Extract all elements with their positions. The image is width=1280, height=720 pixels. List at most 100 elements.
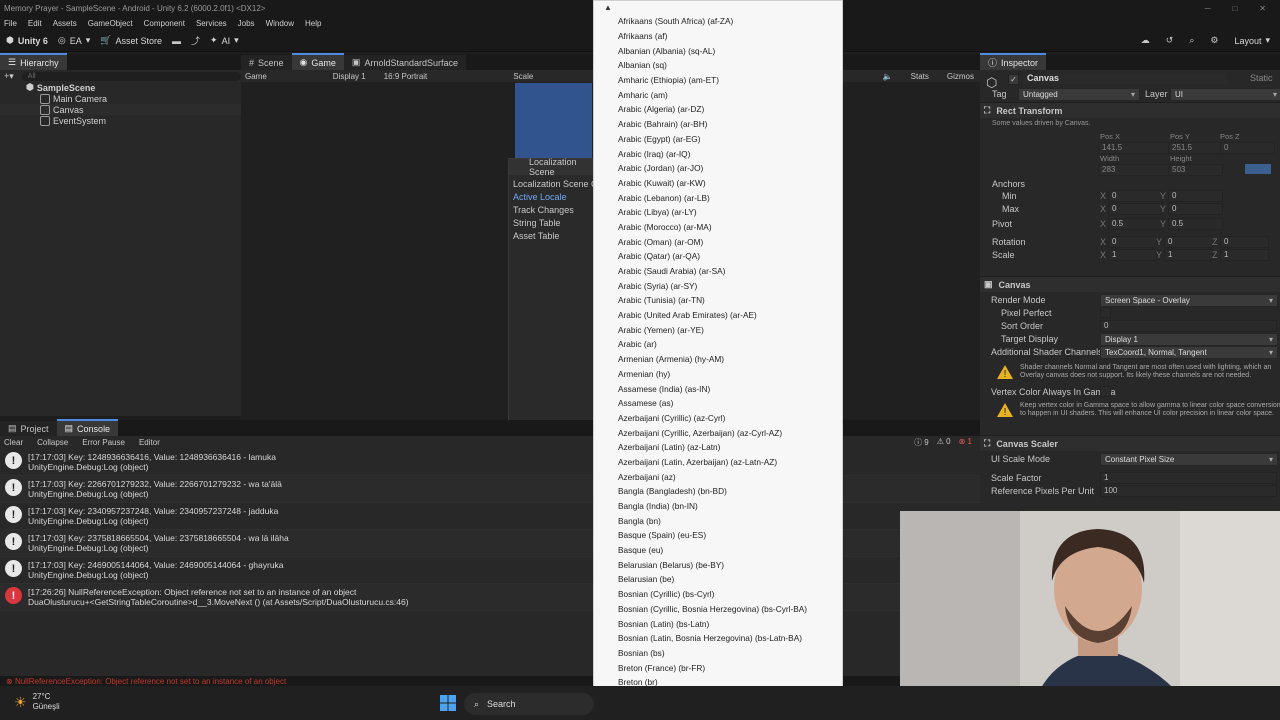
hierarchy-search-input[interactable]: All (21, 71, 241, 81)
ref-ppu-field[interactable]: 100 (1100, 485, 1277, 497)
gizmos-button[interactable]: Gizmos (947, 72, 980, 81)
locale-option[interactable]: Arabic (Morocco) (ar-MA) (594, 220, 842, 235)
tab-hierarchy[interactable]: ☰ Hierarchy (0, 53, 67, 70)
locale-option[interactable]: Bangla (Bangladesh) (bn-BD) (594, 484, 842, 499)
weather-widget[interactable]: ☀ 27°C Güneşli (14, 692, 60, 712)
windows-start-icon[interactable] (440, 695, 456, 711)
locale-option[interactable]: Arabic (Bahrain) (ar-BH) (594, 117, 842, 132)
posx-field[interactable]: 141.5 (1098, 142, 1169, 154)
locale-option[interactable]: Armenian (hy) (594, 367, 842, 382)
scale-y-field[interactable]: 1 (1164, 249, 1213, 261)
raw-edit-button[interactable] (1245, 164, 1271, 174)
close-button[interactable]: ✕ (1259, 4, 1266, 13)
anchor-min-x-field[interactable]: 0 (1108, 190, 1163, 202)
active-locale-field[interactable]: Active Locale (509, 190, 599, 203)
locale-option[interactable]: Arabic (Algeria) (ar-DZ) (594, 102, 842, 117)
posz-field[interactable]: 0 (1220, 142, 1275, 154)
rotation-y-field[interactable]: 0 (1164, 236, 1213, 248)
posy-field[interactable]: 251.5 (1168, 142, 1223, 154)
search-icon[interactable]: ⌕ (1189, 35, 1194, 46)
layout-dropdown[interactable]: Layout ▾ (1234, 35, 1270, 46)
locale-option[interactable]: Afrikaans (af) (594, 29, 842, 44)
canvas-scaler-header[interactable]: ⛶ Canvas Scaler (980, 435, 1280, 451)
rotation-x-field[interactable]: 0 (1108, 236, 1157, 248)
clear-button[interactable]: Clear (4, 438, 23, 447)
locale-option[interactable]: Albanian (sq) (594, 58, 842, 73)
menu-assets[interactable]: Assets (53, 19, 77, 28)
locale-option[interactable]: Basque (Spain) (eu-ES) (594, 528, 842, 543)
render-mode-dropdown[interactable]: Screen Space - Overlay (1100, 294, 1278, 307)
history-icon[interactable]: ↺ (1166, 35, 1174, 46)
tag-dropdown[interactable]: Untagged (1018, 88, 1140, 101)
string-table-field[interactable]: String Table (509, 216, 599, 229)
cloud-icon[interactable]: ☁ (1141, 35, 1150, 46)
tab-arnold-surface[interactable]: ▣ ArnoldStandardSurface (343, 55, 466, 70)
menu-help[interactable]: Help (305, 19, 321, 28)
menu-services[interactable]: Services (196, 19, 227, 28)
add-icon[interactable]: +▾ (4, 71, 14, 82)
asset-store-button[interactable]: 🛒 Asset Store (100, 35, 162, 46)
display-dropdown[interactable]: Display 1 (333, 72, 366, 81)
version-control-icon[interactable]: ⤴ (191, 34, 200, 47)
track-changes-field[interactable]: Track Changes (509, 203, 599, 216)
locale-option[interactable]: Bosnian (Cyrillic) (bs-Cyrl) (594, 587, 842, 602)
locale-option[interactable]: Afrikaans (South Africa) (af-ZA) (594, 14, 842, 29)
shader-channels-dropdown[interactable]: TexCoord1, Normal, Tangent (1100, 346, 1278, 359)
hierarchy-item-main-camera[interactable]: Main Camera (0, 93, 241, 104)
tab-project[interactable]: ▤ Project (0, 421, 57, 436)
menu-file[interactable]: File (4, 19, 17, 28)
ai-button[interactable]: ✦ AI ▾ (210, 35, 239, 46)
locale-option[interactable]: Arabic (Saudi Arabia) (ar-SA) (594, 264, 842, 279)
locale-option[interactable]: Bosnian (bs) (594, 646, 842, 661)
target-display-dropdown[interactable]: Display 1 (1100, 333, 1278, 346)
menu-window[interactable]: Window (266, 19, 294, 28)
audio-icon[interactable]: 🔈 (883, 72, 893, 81)
locale-option[interactable]: Arabic (Oman) (ar-OM) (594, 234, 842, 249)
menu-jobs[interactable]: Jobs (238, 19, 255, 28)
locale-option[interactable]: Albanian (Albania) (sq-AL) (594, 43, 842, 58)
locale-option[interactable]: Bosnian (Latin) (bs-Latn) (594, 616, 842, 631)
locale-option[interactable]: Arabic (Syria) (ar-SY) (594, 278, 842, 293)
locale-option[interactable]: Arabic (Yemen) (ar-YE) (594, 322, 842, 337)
ui-scale-mode-dropdown[interactable]: Constant Pixel Size (1100, 453, 1278, 466)
scale-factor-field[interactable]: 1 (1100, 472, 1277, 484)
asset-table-field[interactable]: Asset Table (509, 229, 599, 242)
layer-dropdown[interactable]: UI (1170, 88, 1280, 101)
error-pause-button[interactable]: Error Pause (82, 438, 125, 447)
locale-option[interactable]: Armenian (Armenia) (hy-AM) (594, 352, 842, 367)
locale-option[interactable]: Arabic (Qatar) (ar-QA) (594, 249, 842, 264)
locale-option[interactable]: Basque (eu) (594, 543, 842, 558)
maximize-button[interactable]: □ (1232, 4, 1237, 13)
anchor-max-y-field[interactable]: 0 (1168, 203, 1223, 215)
collapse-button[interactable]: Collapse (37, 438, 68, 447)
scene-item[interactable]: ⬢ SampleScene (0, 82, 241, 93)
anchor-max-x-field[interactable]: 0 (1108, 203, 1163, 215)
locale-option[interactable]: Arabic (Jordan) (ar-JO) (594, 161, 842, 176)
canvas-component-header[interactable]: ▣ Canvas (980, 276, 1280, 292)
width-field[interactable]: 283 (1098, 164, 1169, 176)
settings-icon[interactable]: ⚙ (1210, 35, 1218, 46)
stats-button[interactable]: Stats (911, 72, 929, 81)
aspect-dropdown[interactable]: 16:9 Portrait (384, 72, 428, 81)
locale-option[interactable]: Amharic (Ethiopia) (am-ET) (594, 73, 842, 88)
warning-counter[interactable]: ⚠ 0 (937, 437, 951, 448)
info-counter[interactable]: ⓘ 9 (914, 437, 929, 448)
locale-option[interactable]: Arabic (Egypt) (ar-EG) (594, 132, 842, 147)
locale-option[interactable]: Arabic (Iraq) (ar-IQ) (594, 146, 842, 161)
account-dropdown[interactable]: ◎ EA ▾ (58, 35, 90, 46)
editor-dropdown[interactable]: Editor (139, 438, 160, 447)
pivot-y-field[interactable]: 0.5 (1168, 218, 1223, 230)
locale-option[interactable]: Bosnian (Latin, Bosnia Herzegovina) (bs-… (594, 631, 842, 646)
minimize-button[interactable]: ─ (1205, 4, 1211, 13)
locale-option[interactable]: Bosnian (Cyrillic, Bosnia Herzegovina) (… (594, 602, 842, 617)
static-checkbox[interactable]: Static (1250, 73, 1273, 83)
locale-option[interactable]: Azerbaijani (az) (594, 469, 842, 484)
game-mode-dropdown[interactable]: Game (245, 72, 267, 81)
scale-x-field[interactable]: 1 (1108, 249, 1157, 261)
tab-inspector[interactable]: ⓘ Inspector (980, 53, 1047, 70)
pivot-x-field[interactable]: 0.5 (1108, 218, 1163, 230)
locale-option[interactable]: Arabic (ar) (594, 337, 842, 352)
anchors-label[interactable]: Anchors (992, 179, 1025, 189)
locale-option[interactable]: Assamese (India) (as-IN) (594, 381, 842, 396)
locale-option[interactable]: Belarusian (Belarus) (be-BY) (594, 557, 842, 572)
